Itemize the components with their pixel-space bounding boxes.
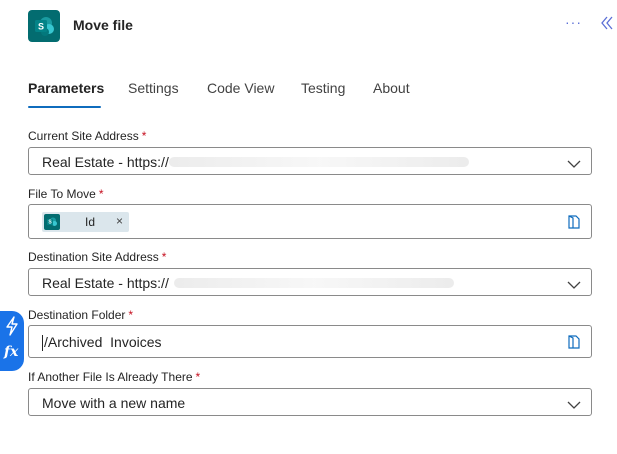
active-tab-indicator bbox=[28, 106, 101, 108]
expression-fx-icon[interactable]: fx bbox=[4, 344, 18, 360]
insert-tools-rail: fx bbox=[0, 311, 24, 371]
file-to-move-label: File To Move * bbox=[28, 187, 104, 201]
tab-parameters[interactable]: Parameters bbox=[28, 80, 104, 96]
destination-site-dropdown[interactable]: Real Estate - https:// bbox=[28, 268, 592, 296]
svg-text:S: S bbox=[38, 22, 44, 32]
destination-folder-label: Destination Folder * bbox=[28, 308, 134, 322]
remove-token-button[interactable]: × bbox=[116, 214, 123, 228]
conflict-behavior-value: Move with a new name bbox=[42, 395, 186, 411]
dynamic-content-token[interactable]: S Id × bbox=[42, 212, 129, 232]
more-options-button[interactable]: ··· bbox=[565, 14, 582, 30]
chevron-down-icon[interactable] bbox=[567, 277, 581, 289]
redacted-url bbox=[174, 278, 454, 288]
current-site-dropdown[interactable]: Real Estate - https:// bbox=[28, 147, 592, 175]
destination-folder-input[interactable]: /Archived Invoices bbox=[28, 325, 592, 358]
dynamic-content-lightning-icon[interactable] bbox=[2, 315, 22, 337]
destination-folder-value: /Archived Invoices bbox=[42, 334, 162, 352]
card-header: S Move file ··· bbox=[0, 0, 617, 60]
destination-site-value: Real Estate - https:// bbox=[42, 275, 169, 291]
destination-site-label: Destination Site Address * bbox=[28, 250, 167, 264]
collapse-panel-icon[interactable] bbox=[598, 14, 616, 32]
required-marker: * bbox=[128, 308, 134, 322]
folder-picker-icon[interactable] bbox=[567, 334, 581, 350]
text-caret bbox=[42, 335, 43, 352]
required-marker: * bbox=[195, 370, 201, 384]
redacted-url bbox=[169, 157, 469, 167]
token-label: Id bbox=[85, 215, 96, 229]
sharepoint-icon: S bbox=[44, 214, 60, 230]
required-marker: * bbox=[98, 187, 104, 201]
tab-testing[interactable]: Testing bbox=[301, 80, 345, 96]
tab-about[interactable]: About bbox=[373, 80, 410, 96]
chevron-down-icon[interactable] bbox=[567, 156, 581, 168]
tab-settings[interactable]: Settings bbox=[128, 80, 179, 96]
tab-code-view[interactable]: Code View bbox=[207, 80, 274, 96]
required-marker: * bbox=[141, 129, 147, 143]
action-title: Move file bbox=[73, 17, 133, 33]
required-marker: * bbox=[161, 250, 167, 264]
sharepoint-icon: S bbox=[28, 10, 60, 42]
conflict-behavior-dropdown[interactable]: Move with a new name bbox=[28, 388, 592, 416]
conflict-behavior-label: If Another File Is Already There * bbox=[28, 370, 201, 384]
file-picker-icon[interactable] bbox=[567, 214, 581, 230]
file-to-move-input[interactable]: S Id × bbox=[28, 204, 592, 239]
chevron-down-icon[interactable] bbox=[567, 397, 581, 409]
current-site-value: Real Estate - https:// bbox=[42, 154, 169, 170]
current-site-label: Current Site Address * bbox=[28, 129, 147, 143]
